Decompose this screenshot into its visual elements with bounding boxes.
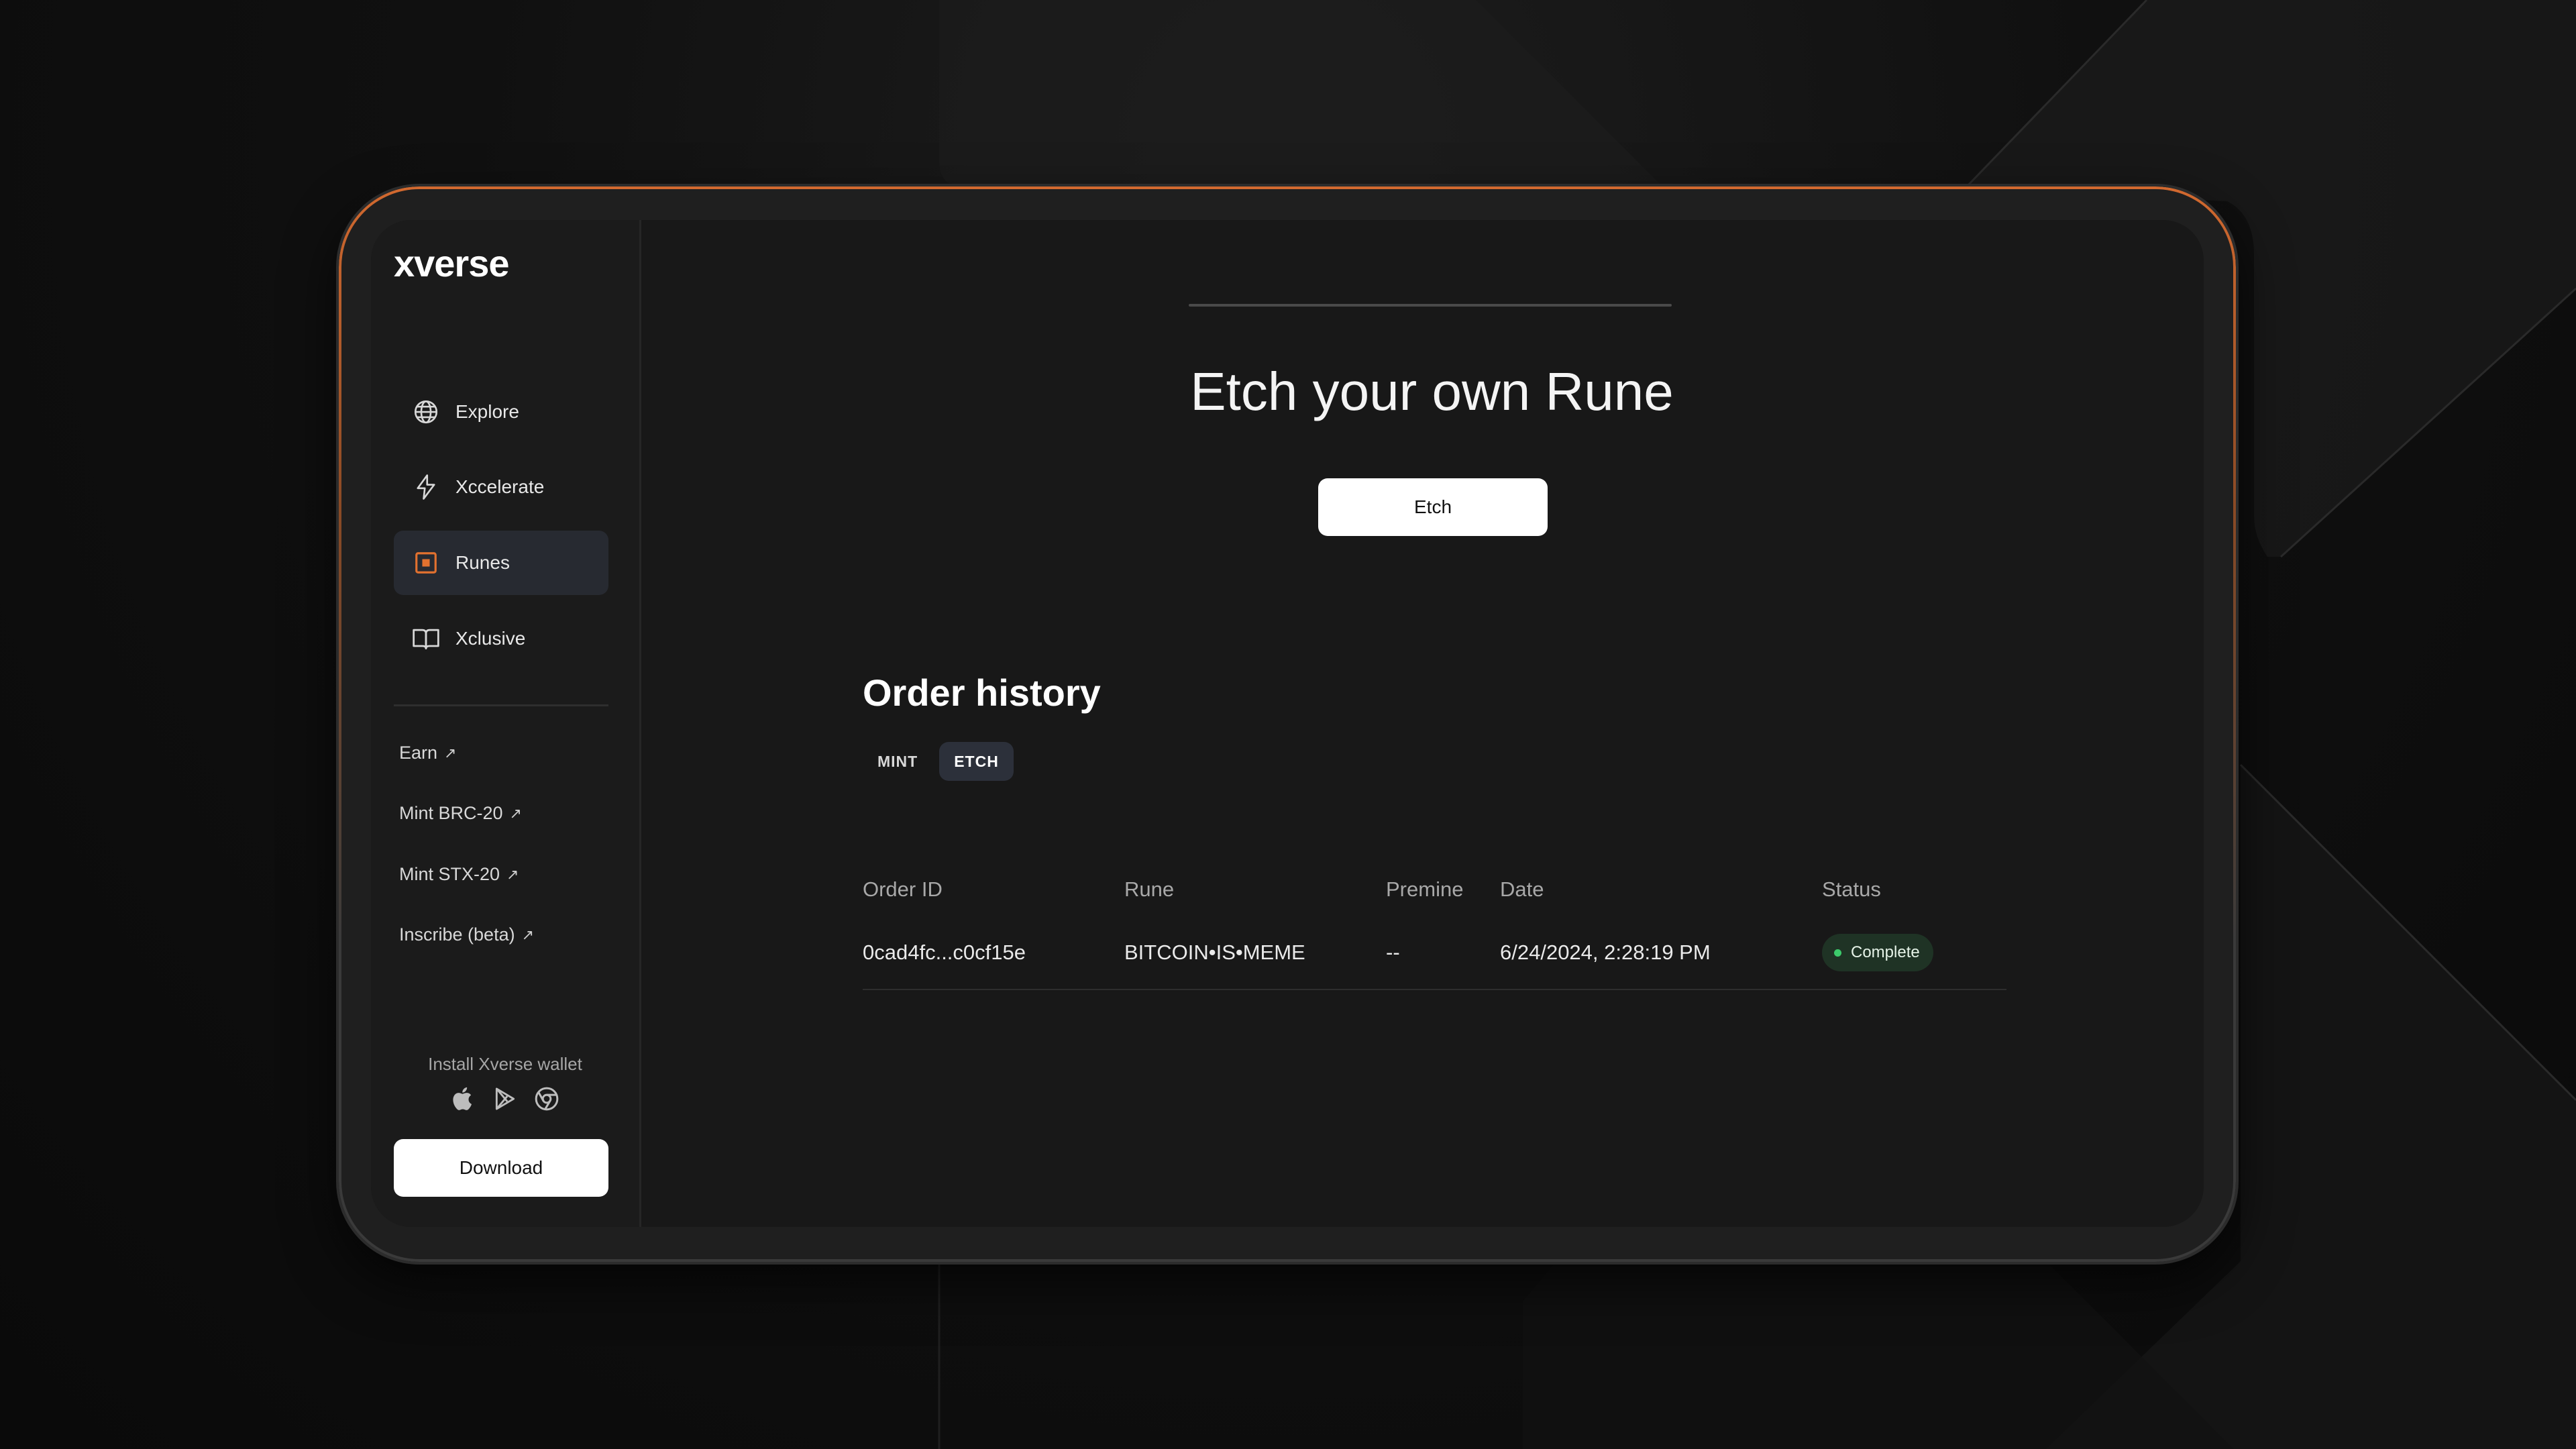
link-inscribe-beta[interactable]: Inscribe (beta) ↗: [399, 924, 534, 945]
link-label: Earn: [399, 743, 438, 763]
sidebar-item-explore[interactable]: Explore: [394, 380, 608, 444]
etch-button[interactable]: Etch: [1318, 478, 1548, 536]
link-label: Mint BRC-20: [399, 803, 503, 823]
store-links: [371, 1085, 639, 1112]
status-dot-icon: [1834, 949, 1841, 957]
google-play-icon[interactable]: [492, 1085, 519, 1112]
lightning-icon: [411, 472, 441, 502]
device-frame: xverse Explore Xccelerate Runes Xclusive…: [339, 186, 2236, 1262]
column-header-rune: Rune: [1124, 877, 1175, 901]
download-button[interactable]: Download: [394, 1139, 608, 1197]
sidebar-item-label: Xccelerate: [455, 476, 545, 497]
cell-date: 6/24/2024, 2:28:19 PM: [1500, 941, 1711, 964]
order-history-tabs: MINT ETCH: [863, 742, 1014, 781]
xverse-logo[interactable]: xverse: [394, 241, 510, 285]
apple-icon[interactable]: [450, 1085, 477, 1112]
chrome-icon[interactable]: [533, 1085, 560, 1112]
column-header-premine: Premine: [1386, 877, 1464, 901]
sidebar-item-xccelerate[interactable]: Xccelerate: [394, 455, 608, 519]
status-label: Complete: [1851, 943, 1920, 961]
table-header: Order ID Rune Premine Date Status: [863, 864, 2006, 924]
order-history-title: Order history: [863, 672, 1101, 714]
cell-order-id: 0cad4fc...c0cf15e: [863, 941, 1026, 964]
sidebar-divider: [394, 704, 608, 706]
cell-rune: BITCOIN•IS•MEME: [1124, 941, 1305, 964]
sidebar-item-label: Explore: [455, 401, 519, 422]
external-link-icon: ↗: [509, 804, 522, 822]
external-link-icon: ↗: [506, 865, 519, 883]
sidebar-item-xclusive[interactable]: Xclusive: [394, 606, 608, 671]
link-earn[interactable]: Earn ↗: [399, 743, 456, 763]
runes-icon: [411, 548, 441, 578]
order-history-table: Order ID Rune Premine Date Status 0cad4f…: [863, 864, 2006, 990]
status-badge: Complete: [1822, 934, 1933, 971]
link-mint-stx20[interactable]: Mint STX-20 ↗: [399, 864, 519, 885]
cell-premine: --: [1386, 941, 1400, 964]
install-wallet-label: Install Xverse wallet: [428, 1054, 582, 1074]
tab-etch[interactable]: ETCH: [939, 742, 1014, 781]
main-content: Etch your own Rune Etch Order history MI…: [641, 220, 2204, 1227]
link-label: Mint STX-20: [399, 864, 500, 884]
column-header-status: Status: [1822, 877, 1881, 901]
external-link-icon: ↗: [521, 926, 535, 943]
tab-mint[interactable]: MINT: [863, 742, 932, 781]
column-header-date: Date: [1500, 877, 1544, 901]
column-header-order-id: Order ID: [863, 877, 943, 901]
globe-icon: [411, 397, 441, 427]
header-divider: [1189, 304, 1672, 307]
link-label: Inscribe (beta): [399, 924, 515, 945]
page-title: Etch your own Rune: [1190, 362, 1674, 421]
sidebar-item-label: Xclusive: [455, 628, 526, 649]
sidebar: xverse Explore Xccelerate Runes Xclusive…: [371, 220, 641, 1227]
sidebar-item-runes[interactable]: Runes: [394, 531, 608, 595]
link-mint-brc20[interactable]: Mint BRC-20 ↗: [399, 803, 522, 824]
book-icon: [411, 624, 441, 653]
app-window: xverse Explore Xccelerate Runes Xclusive…: [371, 220, 2204, 1227]
external-link-icon: ↗: [444, 744, 457, 761]
sidebar-item-label: Runes: [455, 552, 510, 573]
table-row[interactable]: 0cad4fc...c0cf15e BITCOIN•IS•MEME -- 6/2…: [863, 924, 2006, 990]
